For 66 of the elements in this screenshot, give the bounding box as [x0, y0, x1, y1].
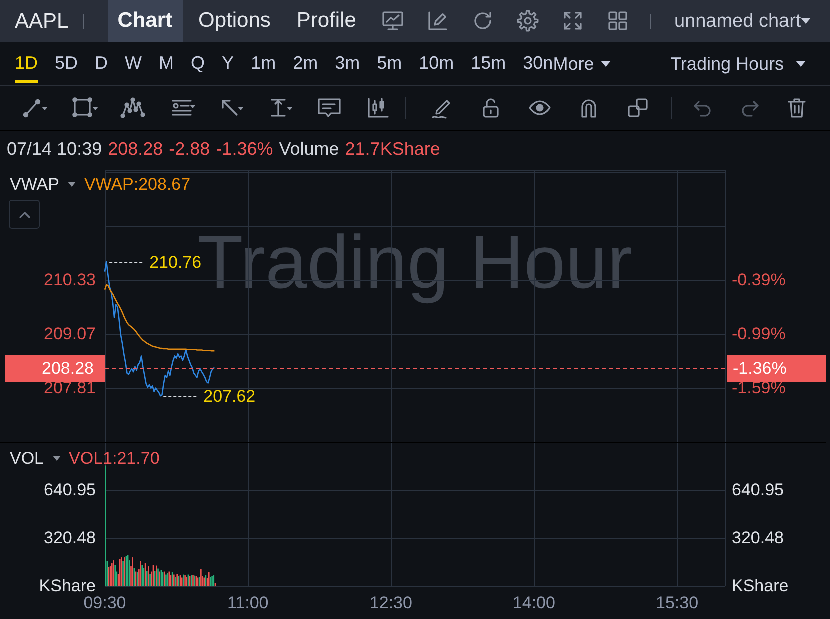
- period-tab[interactable]: 10m: [419, 42, 454, 83]
- monitor-chart-icon[interactable]: [381, 9, 406, 33]
- period-tab[interactable]: 1m: [251, 42, 276, 83]
- period-tab[interactable]: 15m: [471, 42, 506, 83]
- extreme-price-label: 207.62: [204, 387, 256, 406]
- period-tab[interactable]: 1D: [15, 42, 38, 83]
- caret-icon: [68, 182, 76, 186]
- period-tab[interactable]: M: [159, 42, 174, 83]
- period-tab[interactable]: D: [95, 42, 108, 83]
- session-dropdown[interactable]: Trading Hours: [670, 42, 806, 83]
- volume-axis-label: KShare: [39, 576, 96, 596]
- time-axis-label: 09:30: [84, 594, 126, 612]
- leader-line: [163, 396, 198, 397]
- period-tab[interactable]: 2m: [293, 42, 318, 83]
- period-tab[interactable]: 5m: [377, 42, 402, 83]
- volume-axis-label: 640.95: [44, 480, 96, 500]
- price-axis-label: 209.07: [44, 324, 96, 344]
- price-change: -2.88: [169, 140, 210, 158]
- indicator-value: VWAP:208.67: [84, 176, 191, 192]
- rectangle-icon[interactable]: [70, 96, 98, 120]
- quote-time: 07/14 10:39: [7, 140, 102, 158]
- tab[interactable]: Chart: [108, 0, 183, 42]
- grid-icon[interactable]: [606, 9, 630, 33]
- percent-change: -1.36%: [216, 140, 274, 158]
- caret-icon: [601, 61, 612, 67]
- volume-axis-label: KShare: [732, 576, 789, 596]
- percent-change-badge: -1.36%: [727, 355, 826, 382]
- volume-axis-label: 320.48: [44, 528, 96, 548]
- indicator-value: VOL1:21.70: [69, 450, 160, 466]
- period-tab[interactable]: 3m: [335, 42, 360, 83]
- price-axis-label: 210.33: [44, 270, 96, 290]
- percent-axis-label: -0.39%: [732, 270, 786, 290]
- period-tab[interactable]: 30n: [523, 42, 554, 83]
- time-axis-label: 11:00: [227, 594, 269, 612]
- caret-icon: [53, 456, 62, 460]
- caret-icon: [796, 61, 806, 67]
- time-axis-label: 12:30: [370, 594, 412, 612]
- last-price: 208.28: [108, 140, 164, 158]
- period-tab[interactable]: Y: [222, 42, 234, 83]
- indicator-dropdown[interactable]: VOL: [10, 450, 62, 466]
- leader-line: [109, 262, 144, 263]
- volume-value: 21.7KShare: [345, 140, 440, 158]
- volume-axis-label: 320.48: [732, 528, 784, 548]
- speech-box-icon[interactable]: [316, 96, 344, 120]
- overlapping-squares-icon[interactable]: [626, 96, 650, 120]
- last-price-badge: 208.28: [5, 355, 105, 382]
- extreme-price-label: 210.76: [150, 253, 202, 272]
- indicator-dropdown[interactable]: VWAP: [10, 176, 76, 192]
- tab[interactable]: Profile: [286, 0, 366, 42]
- period-tab[interactable]: W: [125, 42, 142, 83]
- zigzag-pattern-icon[interactable]: [120, 96, 148, 120]
- chevron-up-icon: [18, 210, 30, 218]
- time-axis-label: 15:30: [656, 594, 699, 612]
- chart-name-dropdown[interactable]: unnamed chart: [674, 12, 812, 30]
- more-dropdown[interactable]: More: [553, 42, 612, 83]
- period-tab[interactable]: Q: [191, 42, 206, 83]
- period-tab[interactable]: 5D: [55, 42, 78, 83]
- volume-axis-label: 640.95: [732, 480, 784, 500]
- settings-icon[interactable]: [516, 9, 540, 33]
- percent-axis-label: -0.99%: [732, 324, 786, 344]
- collapse-button[interactable]: [9, 200, 40, 229]
- volume-label: Volume: [279, 140, 340, 158]
- caret-icon: [801, 18, 812, 24]
- time-axis-label: 14:00: [512, 594, 556, 612]
- ticker-symbol: AAPL: [15, 10, 69, 32]
- tab[interactable]: Options: [188, 0, 281, 42]
